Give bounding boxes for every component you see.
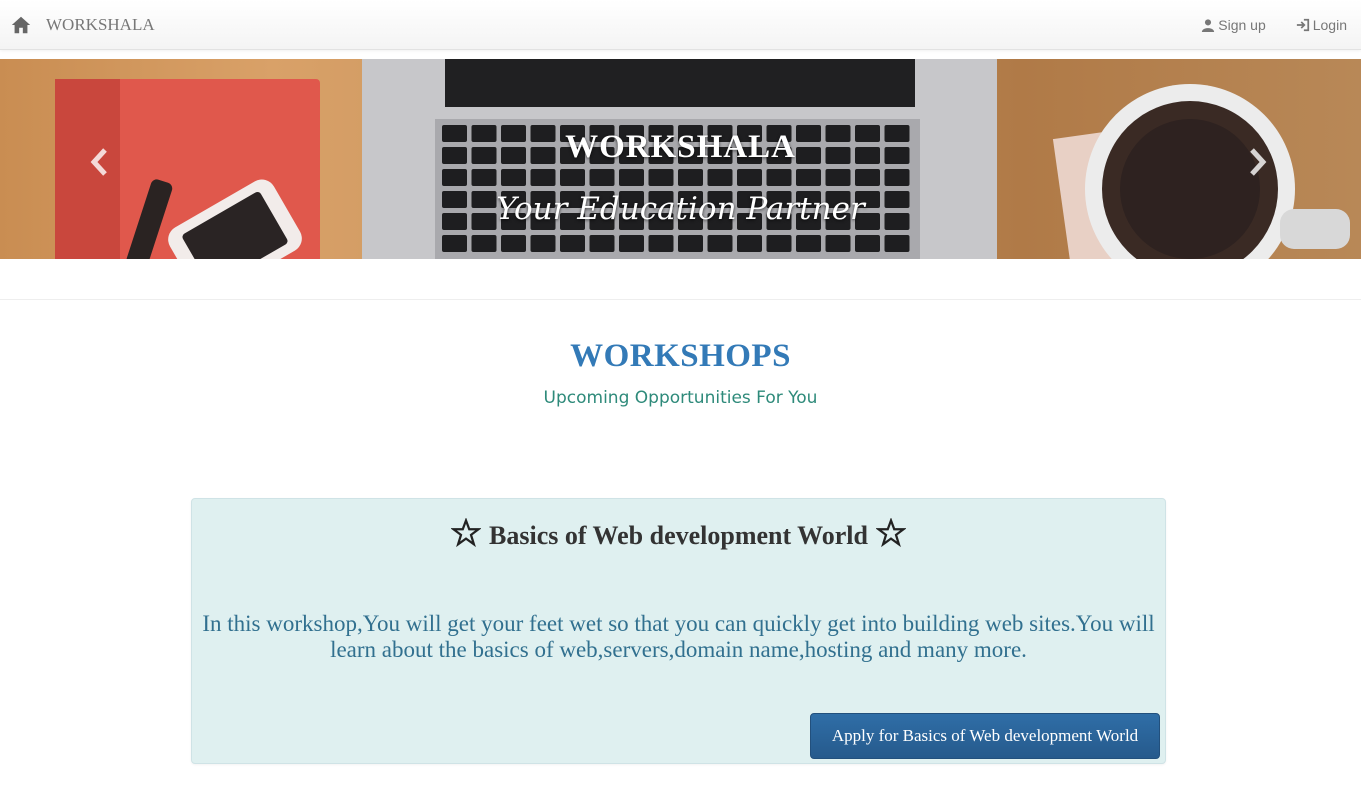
brand-name: WORKSHALA <box>46 15 155 34</box>
apply-button[interactable]: Apply for Basics of Web development Worl… <box>810 713 1160 759</box>
section-subtitle: Upcoming Opportunities For You <box>543 388 818 408</box>
workshop-title-row: Basics of Web development World <box>192 518 1165 551</box>
signup-label: Sign up <box>1218 17 1266 33</box>
brand-link[interactable]: WORKSHALA <box>10 0 155 50</box>
star-icon <box>451 518 482 548</box>
signup-link[interactable]: Sign up <box>1201 17 1266 33</box>
star-icon <box>875 518 906 548</box>
carousel-next-icon[interactable] <box>1245 147 1269 177</box>
hero-subtitle: Your Education Partner <box>496 191 865 227</box>
login-label: Login <box>1312 17 1347 33</box>
user-icon <box>1202 19 1215 32</box>
workshop-title: Basics of Web development World <box>489 521 868 550</box>
carousel-prev-icon[interactable] <box>88 147 112 177</box>
section-title: WORKSHOPS <box>570 338 791 374</box>
workshop-card: Basics of Web development World In this … <box>191 498 1166 764</box>
top-navbar: WORKSHALA Sign up Login <box>0 0 1361 50</box>
hero-title: WORKSHALA <box>565 129 796 165</box>
login-link[interactable]: Login <box>1296 17 1347 33</box>
section-divider <box>0 299 1361 300</box>
workshop-description: In this workshop,You will get your feet … <box>202 611 1155 662</box>
hero-carousel: WORKSHALA Your Education Partner <box>0 59 1361 259</box>
login-icon <box>1296 18 1309 32</box>
home-icon <box>11 16 31 34</box>
